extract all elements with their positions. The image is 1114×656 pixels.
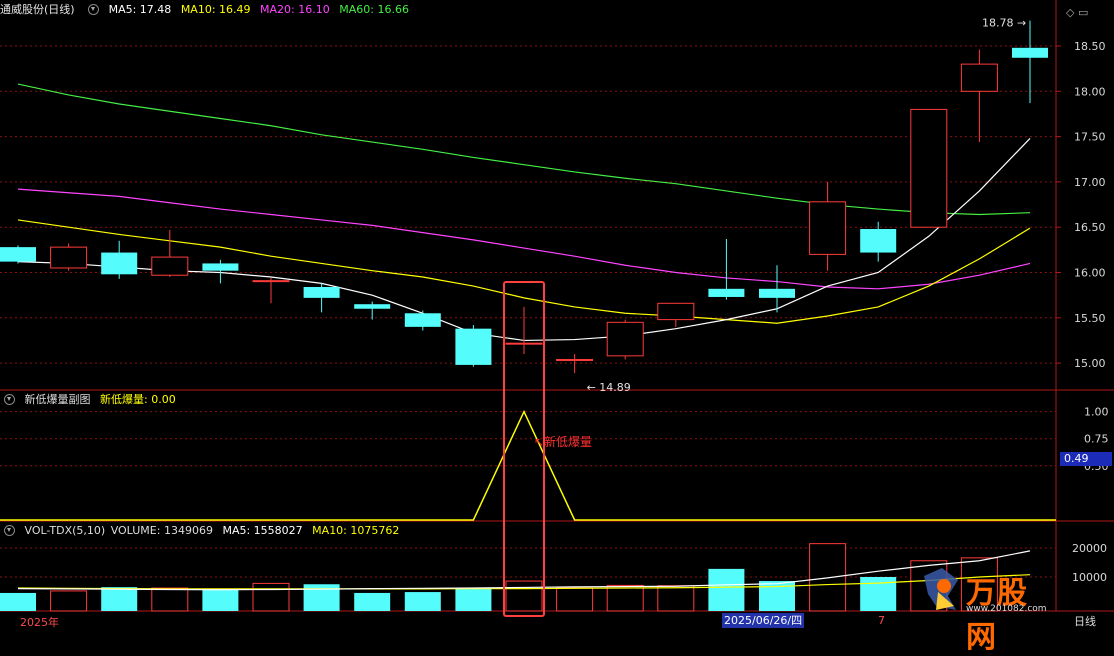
candle-body [252, 280, 290, 283]
candle-body [202, 263, 239, 271]
price-header: 通威股份(日线) MA5: 17.48 MA10: 16.49 MA20: 16… [0, 1, 415, 19]
volume-bar [151, 587, 189, 612]
candle-body [0, 247, 36, 262]
volume-tick-label: 20000 [1072, 542, 1107, 555]
candles [0, 20, 1048, 374]
volume-bar [252, 582, 290, 612]
volume-bar [50, 590, 88, 612]
indicator-header: 新低爆量副图 新低爆量: 0.00 [0, 391, 182, 409]
date-tail: 7 [878, 614, 885, 627]
low-price-label: ← 14.89 [587, 381, 631, 394]
stock-title[interactable]: 通威股份(日线) [0, 3, 75, 16]
volume-bar [202, 588, 239, 611]
volume-bar [354, 592, 391, 611]
overlay: ↖新低爆量 18.78 → ← 14.89 [503, 17, 1026, 617]
indicator-annotation: ↖新低爆量 [534, 434, 592, 449]
candle-body [657, 302, 695, 321]
indicator-series-line [0, 409, 1056, 521]
ma-lines [17, 83, 1031, 342]
indicator-value: 新低爆量: 0.00 [100, 393, 176, 406]
indicator-line [0, 409, 1056, 521]
brand-url: www.201082.com [966, 604, 1047, 614]
volume-bar [0, 592, 36, 611]
volume-title[interactable]: VOL-TDX(5,10) [25, 524, 106, 537]
candle-body [606, 321, 644, 357]
candle-body [303, 286, 340, 298]
indicator-current-tag: 0.49 [1060, 452, 1112, 466]
candle-body [151, 256, 189, 276]
price-tick-label: 16.50 [1074, 221, 1106, 234]
ma5-legend: MA5: 17.48 [108, 3, 172, 16]
volume-bar [606, 584, 644, 612]
ma60-legend: MA60: 16.66 [339, 3, 409, 16]
axis-labels: 15.00 15.50 16.00 16.50 17.00 17.50 18.00 18.50… [1072, 40, 1109, 584]
volume-bar [556, 587, 594, 612]
volume-bar [404, 592, 441, 611]
volume-bar [455, 588, 492, 611]
candle-body [809, 201, 847, 255]
candle-body [1012, 47, 1048, 58]
volume-bar [303, 584, 340, 611]
candle-body [860, 229, 897, 253]
indicator-tick-label: 1.00 [1084, 406, 1109, 419]
price-tick-label: 15.00 [1074, 357, 1106, 370]
volume-value: VOLUME: 1349069 [110, 524, 213, 537]
volume-bar [657, 585, 695, 612]
volume-ma10: MA10: 1075762 [312, 524, 400, 537]
volume-tick-label: 10000 [1072, 571, 1107, 584]
settings-icon[interactable]: ◇ ▭ [1066, 6, 1088, 19]
candle-body [404, 313, 441, 327]
dropdown-icon[interactable] [4, 524, 15, 536]
dropdown-icon[interactable] [88, 3, 100, 15]
volume-header: VOL-TDX(5,10) VOLUME: 1349069 MA5: 15580… [0, 522, 405, 540]
ma60-line [17, 83, 1031, 216]
candle-body [50, 246, 88, 269]
price-tick-label: 18.00 [1074, 85, 1106, 98]
dropdown-icon[interactable] [4, 393, 15, 405]
period-label[interactable]: 日线 [1074, 613, 1096, 629]
year-label: 2025年 [20, 616, 59, 629]
volume-ma5: MA5: 1558027 [222, 524, 303, 537]
candle-body [354, 304, 391, 309]
indicator-tick-label: 0.75 [1084, 433, 1109, 446]
price-tick-label: 18.50 [1074, 40, 1106, 53]
candle-body [455, 328, 492, 365]
candle-body [759, 288, 795, 298]
brand-mascot-icon [924, 568, 958, 610]
volume-bar [708, 568, 745, 611]
brand-logo: 万股网 www.201082.com [918, 566, 1056, 655]
candle-body [101, 252, 138, 275]
date-label: 2025/06/26/四 [722, 613, 805, 628]
ma20-legend: MA20: 16.10 [260, 3, 330, 16]
volume-bar [101, 587, 138, 611]
candle-body [910, 108, 948, 228]
candle-body [708, 288, 745, 297]
candle-body [505, 342, 543, 345]
price-tick-label: 17.00 [1074, 176, 1106, 189]
volume-bar [505, 580, 543, 612]
price-tick-label: 15.50 [1074, 312, 1106, 325]
candle-body [960, 63, 998, 92]
high-price-label: 18.78 → [982, 17, 1026, 30]
candle-body [556, 358, 594, 361]
price-tick-label: 16.00 [1074, 267, 1106, 280]
indicator-title[interactable]: 新低爆量副图 [25, 393, 91, 406]
price-tick-label: 17.50 [1074, 131, 1106, 144]
ma10-legend: MA10: 16.49 [180, 3, 251, 16]
